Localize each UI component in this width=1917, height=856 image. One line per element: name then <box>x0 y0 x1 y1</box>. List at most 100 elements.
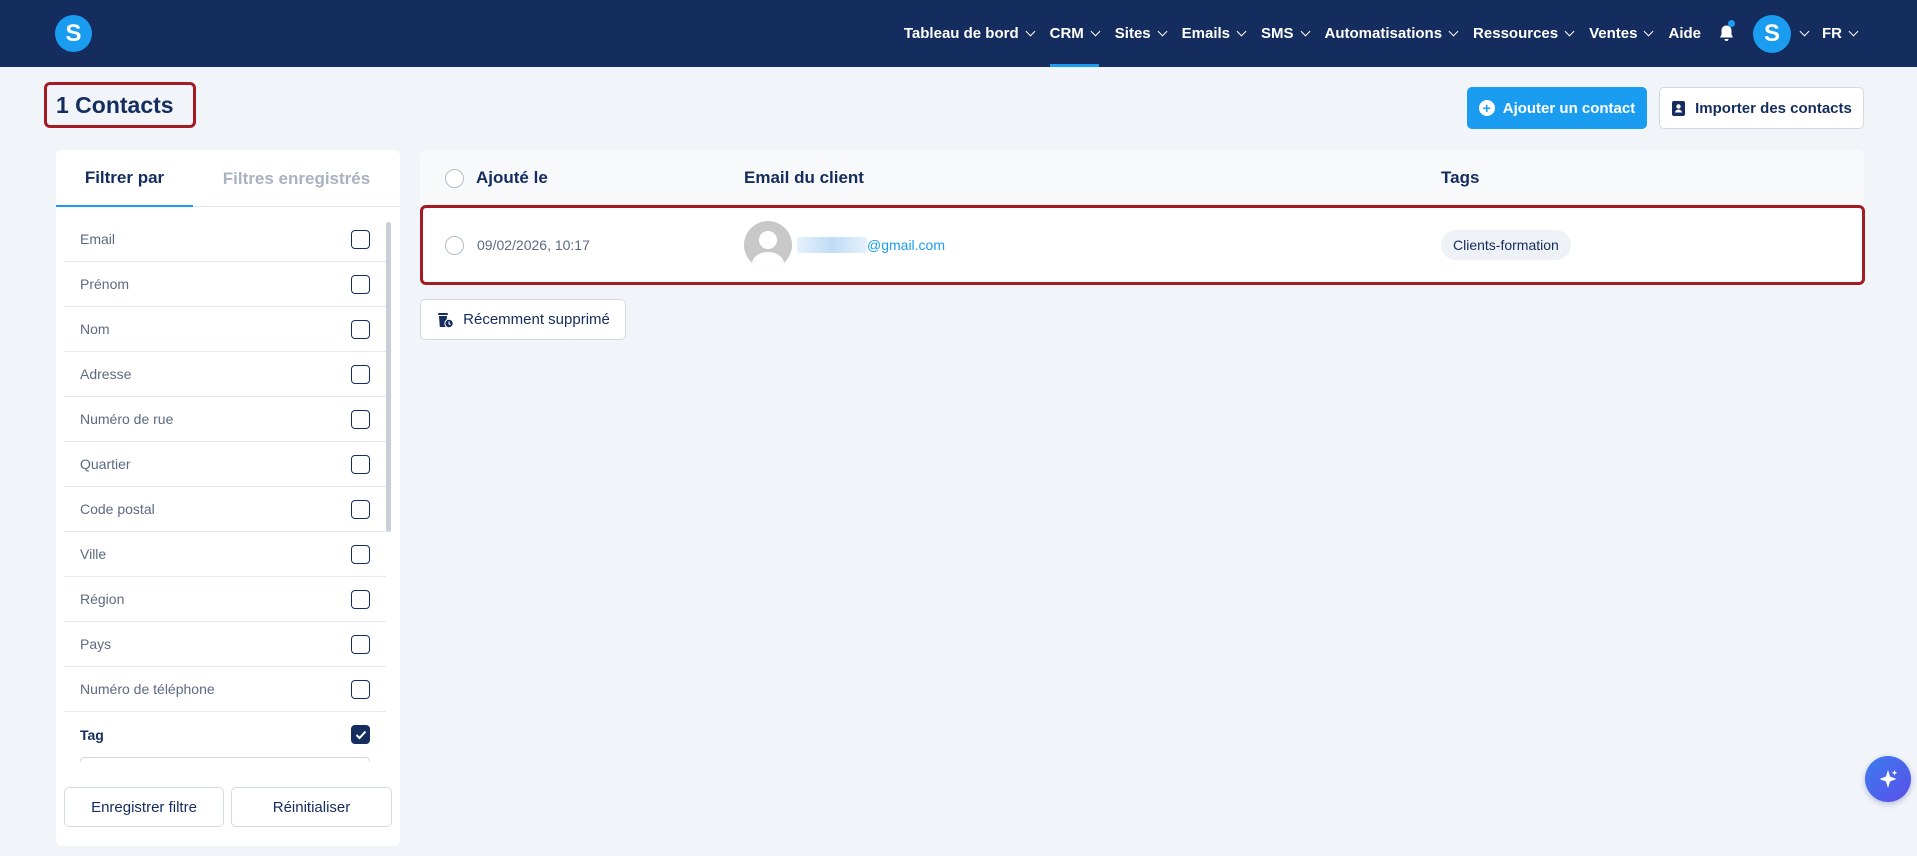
trash-clock-icon <box>438 312 454 328</box>
nav-item-dashboard[interactable]: Tableau de bord <box>896 0 1042 67</box>
tab-saved-filters[interactable]: Filtres enregistrés <box>193 150 400 207</box>
filter-checkbox[interactable] <box>351 274 370 294</box>
nav-item-sales[interactable]: Ventes <box>1581 0 1660 67</box>
avatar <box>744 221 792 269</box>
chevron-down-icon <box>1236 26 1247 37</box>
nav-item-automations[interactable]: Automatisations <box>1317 0 1466 67</box>
chevron-down-icon <box>1448 26 1459 37</box>
sparkle-icon <box>1879 770 1898 788</box>
filter-panel: Filtrer par Filtres enregistrés Email Pr… <box>56 150 400 846</box>
redacted-email-prefix <box>797 237 867 253</box>
main-nav: Tableau de bord CRM Sites Emails SMS Aut… <box>896 0 1865 67</box>
language-selector[interactable]: FR <box>1814 0 1865 67</box>
radio-circle[interactable] <box>445 235 464 255</box>
filter-checkbox[interactable] <box>351 679 370 699</box>
filter-checkbox[interactable] <box>351 364 370 384</box>
avatar: S <box>1753 14 1791 53</box>
filter-checkbox[interactable] <box>351 544 370 564</box>
table-row[interactable]: 09/02/2026, 10:17 @gmail.com Clients-for… <box>420 205 1865 285</box>
nav-label: Automatisations <box>1324 25 1443 42</box>
nav-item-help[interactable]: Aide <box>1660 0 1709 67</box>
nav-label: Sites <box>1114 25 1151 42</box>
recently-deleted-button[interactable]: Récemment supprimé <box>420 299 626 340</box>
filter-checkbox[interactable] <box>351 589 370 609</box>
filter-label: Tag <box>80 726 104 743</box>
filter-row-district[interactable]: Quartier <box>64 442 386 487</box>
filter-row-street-number[interactable]: Numéro de rue <box>64 397 386 442</box>
radio-circle[interactable] <box>445 168 464 188</box>
chevron-down-icon <box>1799 26 1810 37</box>
reset-filter-button[interactable]: Réinitialiser <box>231 787 392 827</box>
filter-label: Code postal <box>80 501 155 517</box>
brand-logo[interactable]: S <box>55 15 92 52</box>
filter-row-region[interactable]: Région <box>64 577 386 622</box>
column-added[interactable]: Ajouté le <box>476 150 548 206</box>
import-contacts-label: Importer des contacts <box>1695 99 1852 117</box>
column-tags[interactable]: Tags <box>1441 150 1479 206</box>
ai-assistant-button[interactable] <box>1865 756 1911 802</box>
filter-field-list: Email Prénom Nom Adresse Numéro de rue Q… <box>64 217 386 762</box>
filter-label: Ville <box>80 546 107 562</box>
filter-label: Email <box>80 231 116 247</box>
contact-tags-cell: Clients-formation <box>1441 208 1571 282</box>
add-contact-button[interactable]: + Ajouter un contact <box>1467 87 1647 129</box>
add-contact-label: Ajouter un contact <box>1502 99 1636 117</box>
contact-email-link[interactable]: @gmail.com <box>867 237 945 253</box>
filter-label: Nom <box>80 321 110 337</box>
table-header: Ajouté le Email du client Tags <box>420 150 1864 206</box>
filter-label: Quartier <box>80 456 131 472</box>
filter-row-email[interactable]: Email <box>64 217 386 262</box>
nav-label: SMS <box>1261 25 1294 42</box>
chevron-down-icon <box>1564 26 1575 37</box>
filter-checkbox[interactable] <box>351 499 370 519</box>
filter-row-first-name[interactable]: Prénom <box>64 262 386 307</box>
scrollbar-thumb[interactable] <box>386 222 391 532</box>
nav-item-resources[interactable]: Ressources <box>1465 0 1581 67</box>
filter-checkbox[interactable] <box>351 454 370 474</box>
filter-label: Numéro de rue <box>80 411 174 427</box>
filter-checkbox[interactable] <box>351 634 370 654</box>
tag-filter-input[interactable] <box>80 757 370 762</box>
filter-checkbox-checked[interactable] <box>351 725 370 744</box>
filter-row-city[interactable]: Ville <box>64 532 386 577</box>
nav-label: Tableau de bord <box>903 25 1019 42</box>
filter-scrollbar[interactable] <box>386 222 392 762</box>
nav-item-sites[interactable]: Sites <box>1107 0 1174 67</box>
filter-row-address[interactable]: Adresse <box>64 352 386 397</box>
nav-item-emails[interactable]: Emails <box>1174 0 1253 67</box>
filter-label: Prénom <box>80 276 130 292</box>
language-label: FR <box>1822 25 1842 42</box>
column-email[interactable]: Email du client <box>744 150 864 206</box>
filter-checkbox[interactable] <box>351 229 370 249</box>
nav-item-sms[interactable]: SMS <box>1253 0 1317 67</box>
nav-label: Ventes <box>1589 25 1638 42</box>
notifications-button[interactable] <box>1709 0 1743 67</box>
nav-label: Emails <box>1181 25 1231 42</box>
filter-row-postal-code[interactable]: Code postal <box>64 487 386 532</box>
nav-label: CRM <box>1049 25 1084 42</box>
filter-row-phone[interactable]: Numéro de téléphone <box>64 667 386 712</box>
row-select-radio[interactable] <box>445 208 464 282</box>
recently-deleted-label: Récemment supprimé <box>463 311 610 328</box>
filter-label: Région <box>80 591 125 607</box>
filter-label: Numéro de téléphone <box>80 681 215 697</box>
account-menu[interactable]: S <box>1743 14 1814 53</box>
filter-row-tag[interactable]: Tag <box>64 712 386 757</box>
save-filter-button[interactable]: Enregistrer filtre <box>64 787 224 827</box>
import-contacts-button[interactable]: Importer des contacts <box>1659 87 1864 129</box>
select-all-radio[interactable] <box>445 150 464 206</box>
contact-book-icon <box>1672 100 1686 116</box>
chevron-down-icon <box>1157 26 1168 37</box>
tab-filter-by[interactable]: Filtrer par <box>56 150 193 207</box>
contact-email-cell: @gmail.com <box>744 208 945 282</box>
tag-chip[interactable]: Clients-formation <box>1441 230 1571 260</box>
filter-row-country[interactable]: Pays <box>64 622 386 667</box>
nav-item-crm[interactable]: CRM <box>1042 0 1107 67</box>
filter-checkbox[interactable] <box>351 319 370 339</box>
filter-row-last-name[interactable]: Nom <box>64 307 386 352</box>
top-navigation-bar: S Tableau de bord CRM Sites Emails SMS A… <box>0 0 1917 67</box>
filter-checkbox[interactable] <box>351 409 370 429</box>
filter-tabs: Filtrer par Filtres enregistrés <box>56 150 400 207</box>
chevron-down-icon <box>1300 26 1310 37</box>
notification-dot <box>1728 20 1735 27</box>
